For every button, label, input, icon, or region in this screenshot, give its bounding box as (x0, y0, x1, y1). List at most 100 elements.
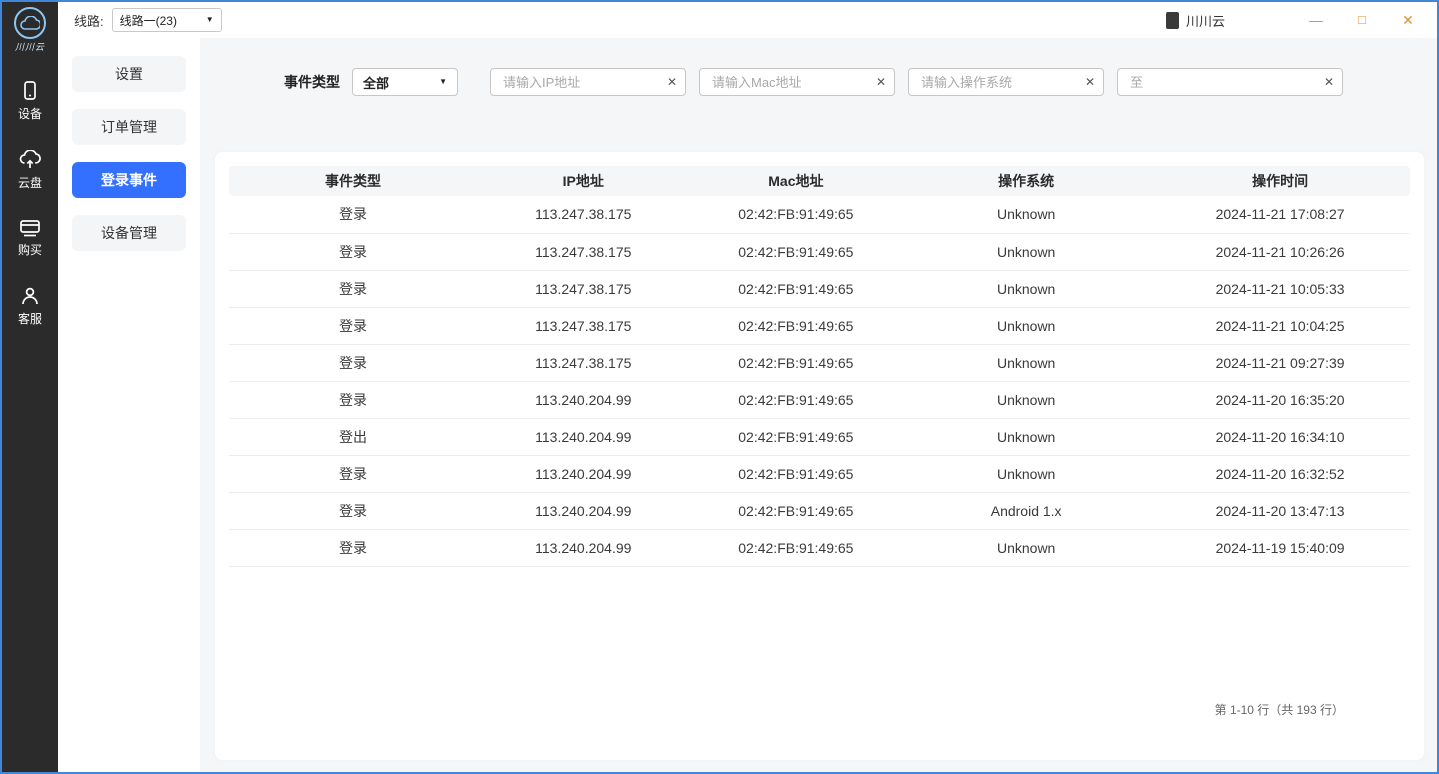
event-type-label: 事件类型 (284, 72, 340, 92)
table-cell: 2024-11-20 16:32:52 (1150, 455, 1410, 492)
table-cell: Android 1.x (902, 492, 1150, 529)
line-select-dropdown[interactable]: 线路一(23) ▼ (112, 8, 222, 32)
date-to-input[interactable] (1117, 68, 1343, 96)
column-header-ip: IP地址 (477, 166, 690, 196)
clear-icon[interactable]: ✕ (1085, 75, 1095, 89)
minimize-button[interactable]: — (1301, 2, 1331, 38)
titlebar: 线路: 线路一(23) ▼ 川川云 — □ ✕ (58, 2, 1437, 38)
table-row: 登录113.247.38.17502:42:FB:91:49:65Unknown… (229, 270, 1410, 307)
column-header-os: 操作系统 (902, 166, 1150, 196)
device-icon (21, 81, 39, 101)
clear-icon[interactable]: ✕ (667, 75, 677, 89)
table-cell: 2024-11-21 17:08:27 (1150, 196, 1410, 233)
table-cell: 登出 (229, 418, 477, 455)
table-cell: 2024-11-19 15:40:09 (1150, 529, 1410, 566)
table-cell: 登录 (229, 529, 477, 566)
table-cell: Unknown (902, 529, 1150, 566)
table-cell: 登录 (229, 307, 477, 344)
table-cell: 113.240.204.99 (477, 418, 690, 455)
sidebar-item-label: 设备 (18, 105, 42, 122)
table-body: 登录113.247.38.17502:42:FB:91:49:65Unknown… (229, 196, 1410, 566)
table-row: 登录113.240.204.9902:42:FB:91:49:65Android… (229, 492, 1410, 529)
table-cell: Unknown (902, 233, 1150, 270)
table-row: 登录113.247.38.17502:42:FB:91:49:65Unknown… (229, 307, 1410, 344)
column-header-time: 操作时间 (1150, 166, 1410, 196)
table-row: 登录113.240.204.9902:42:FB:91:49:65Unknown… (229, 455, 1410, 492)
table-cell: Unknown (902, 344, 1150, 381)
clear-icon[interactable]: ✕ (876, 75, 886, 89)
table-cell: 登录 (229, 233, 477, 270)
table-cell: Unknown (902, 455, 1150, 492)
table-cell: 2024-11-20 13:47:13 (1150, 492, 1410, 529)
table-row: 登录113.247.38.17502:42:FB:91:49:65Unknown… (229, 196, 1410, 233)
table-cell: 02:42:FB:91:49:65 (690, 529, 903, 566)
table-cell: Unknown (902, 381, 1150, 418)
table-cell: 02:42:FB:91:49:65 (690, 233, 903, 270)
primary-sidebar: 川川云 设备 云盘 购买 客服 (2, 2, 58, 772)
support-icon (20, 286, 40, 306)
table-cell: 113.240.204.99 (477, 381, 690, 418)
table-cell: 113.247.38.175 (477, 270, 690, 307)
table-cell: 2024-11-21 10:26:26 (1150, 233, 1410, 270)
table-cell: 2024-11-21 09:27:39 (1150, 344, 1410, 381)
line-label: 线路: (74, 11, 104, 30)
sidebar-item-support[interactable]: 客服 (18, 286, 42, 327)
sidebar-item-purchase[interactable]: 购买 (18, 219, 42, 258)
ip-address-input[interactable] (490, 68, 686, 96)
mac-address-input[interactable] (699, 68, 895, 96)
table-header-row: 事件类型 IP地址 Mac地址 操作系统 操作时间 (229, 166, 1410, 196)
events-table: 事件类型 IP地址 Mac地址 操作系统 操作时间 登录113.247.38.1… (229, 166, 1410, 567)
app-window: 川川云 设备 云盘 购买 客服 (0, 0, 1439, 774)
sidebar-item-devices[interactable]: 设备 (18, 81, 42, 122)
chevron-down-icon: ▼ (439, 78, 447, 86)
table-cell: 登录 (229, 455, 477, 492)
table-cell: 登录 (229, 270, 477, 307)
table-cell: 113.240.204.99 (477, 529, 690, 566)
table-row: 登录113.247.38.17502:42:FB:91:49:65Unknown… (229, 233, 1410, 270)
menu-item-settings[interactable]: 设置 (72, 56, 186, 92)
close-button[interactable]: ✕ (1393, 2, 1423, 38)
table-cell: 2024-11-20 16:35:20 (1150, 381, 1410, 418)
main-content: 事件类型 全部 ▼ ✕ ✕ ✕ (200, 38, 1437, 772)
line-select-value: 线路一(23) (120, 12, 177, 29)
table-cell: 02:42:FB:91:49:65 (690, 418, 903, 455)
logo-text: 川川云 (15, 40, 45, 53)
menu-item-device-management[interactable]: 设备管理 (72, 215, 186, 251)
sidebar-item-label: 云盘 (18, 174, 42, 191)
table-cell: 113.247.38.175 (477, 196, 690, 233)
table-cell: 02:42:FB:91:49:65 (690, 381, 903, 418)
table-cell: Unknown (902, 418, 1150, 455)
event-type-value: 全部 (363, 73, 389, 92)
events-table-card: 事件类型 IP地址 Mac地址 操作系统 操作时间 登录113.247.38.1… (215, 152, 1424, 760)
table-cell: 113.247.38.175 (477, 233, 690, 270)
table-cell: 113.240.204.99 (477, 455, 690, 492)
table-cell: 113.240.204.99 (477, 492, 690, 529)
event-type-dropdown[interactable]: 全部 ▼ (352, 68, 458, 96)
os-input[interactable] (908, 68, 1104, 96)
app-logo: 川川云 (14, 7, 46, 53)
table-cell: 登录 (229, 492, 477, 529)
menu-item-login-events[interactable]: 登录事件 (72, 162, 186, 198)
table-cell: 登录 (229, 381, 477, 418)
clear-icon[interactable]: ✕ (1324, 75, 1334, 89)
app-badge-icon (1166, 12, 1179, 29)
table-cell: 2024-11-21 10:04:25 (1150, 307, 1410, 344)
sidebar-item-cloud-disk[interactable]: 云盘 (18, 150, 42, 191)
table-row: 登录113.240.204.9902:42:FB:91:49:65Unknown… (229, 381, 1410, 418)
cloud-disk-icon (19, 150, 41, 170)
app-title: 川川云 (1186, 11, 1225, 30)
table-cell: 113.247.38.175 (477, 344, 690, 381)
table-cell: Unknown (902, 196, 1150, 233)
maximize-button[interactable]: □ (1347, 2, 1377, 38)
table-cell: 02:42:FB:91:49:65 (690, 196, 903, 233)
menu-item-orders[interactable]: 订单管理 (72, 109, 186, 145)
column-header-event-type: 事件类型 (229, 166, 477, 196)
secondary-sidebar: 设置 订单管理 登录事件 设备管理 (58, 38, 200, 772)
table-cell: 113.247.38.175 (477, 307, 690, 344)
table-cell: 02:42:FB:91:49:65 (690, 344, 903, 381)
purchase-icon (19, 219, 41, 237)
table-cell: 登录 (229, 196, 477, 233)
table-cell: 02:42:FB:91:49:65 (690, 455, 903, 492)
pagination-info: 第 1-10 行（共 193 行） (1215, 701, 1344, 718)
table-row: 登录113.240.204.9902:42:FB:91:49:65Unknown… (229, 529, 1410, 566)
